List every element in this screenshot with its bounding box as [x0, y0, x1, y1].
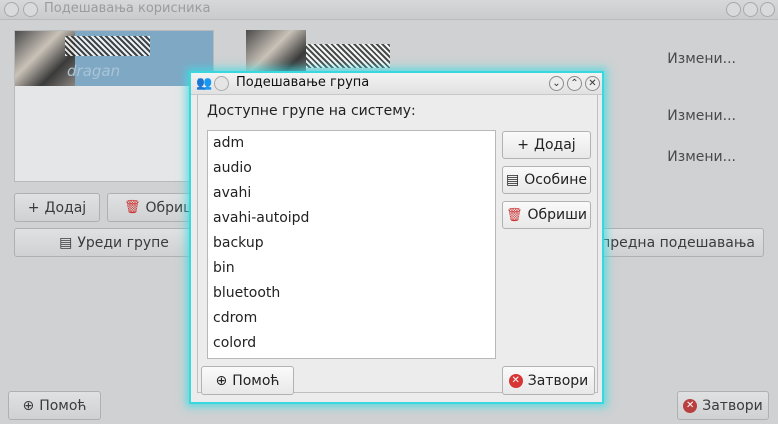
plus-icon: +: [517, 137, 530, 153]
list-item[interactable]: colord: [208, 331, 495, 356]
groups-icon: ▤: [59, 234, 73, 251]
close-icon[interactable]: ✕: [585, 76, 600, 91]
close-label: Затвори: [702, 397, 763, 414]
delete-user-button[interactable]: 🗑 Обриш: [107, 193, 197, 222]
close-label: Затвори: [527, 372, 589, 389]
help-label: Помоћ: [39, 397, 87, 414]
help-button[interactable]: ⊕ Помоћ: [8, 391, 101, 420]
list-item[interactable]: bin: [208, 256, 495, 281]
close-circle-icon: ✕: [683, 398, 698, 413]
help-button[interactable]: ⊕ Помоћ: [201, 366, 294, 395]
redacted-fullname: [306, 44, 390, 68]
delete-group-button[interactable]: 🗑 Обриши: [502, 201, 591, 229]
window-menu-icon[interactable]: [23, 2, 38, 17]
maximize-icon[interactable]: ⌃: [567, 76, 582, 91]
properties-icon: ▤: [505, 172, 520, 188]
close-button[interactable]: ✕ Затвори: [502, 366, 595, 395]
group-properties-button[interactable]: ▤ Особине: [502, 166, 591, 194]
available-groups-label: Доступне групе на систему:: [207, 103, 416, 119]
app-icon: [4, 2, 19, 17]
add-user-button[interactable]: + Додај: [14, 193, 100, 222]
advanced-settings-label: Напредна подешавања: [598, 234, 755, 251]
user-list-item-selected[interactable]: dragan: [15, 31, 213, 86]
list-item[interactable]: adm: [208, 131, 495, 156]
add-group-button[interactable]: + Додај: [502, 131, 591, 159]
group-settings-dialog: 👥 Подешавање група ⌄ ⌃ ✕ Доступне групе …: [189, 71, 604, 404]
dialog-menu-icon[interactable]: [214, 76, 229, 91]
list-item[interactable]: bluetooth: [208, 281, 495, 306]
close-button[interactable]: ✕ Затвори: [677, 391, 769, 420]
window-title: Подешавања корисника: [44, 1, 211, 16]
help-icon: ⊕: [22, 397, 35, 414]
change-link-1[interactable]: Измени...: [667, 51, 736, 67]
edit-groups-label: Уреди групе: [77, 234, 169, 251]
close-circle-icon: ✕: [508, 373, 523, 388]
help-label: Помоћ: [232, 372, 280, 389]
close-icon[interactable]: [760, 2, 775, 17]
properties-label: Особине: [524, 172, 587, 188]
dialog-title: Подешавање група: [236, 75, 370, 90]
maximize-icon[interactable]: [743, 2, 758, 17]
trash-icon: 🗑: [124, 200, 141, 215]
edit-groups-button[interactable]: ▤ Уреди групе: [14, 228, 214, 257]
trash-icon: 🗑: [505, 207, 523, 223]
minimize-icon[interactable]: ⌄: [549, 76, 564, 91]
advanced-settings-button[interactable]: Напредна подешавања: [598, 228, 764, 257]
add-user-label: Додај: [44, 199, 87, 216]
list-item[interactable]: avahi: [208, 181, 495, 206]
list-item[interactable]: cdrom: [208, 306, 495, 331]
change-link-2[interactable]: Измени...: [667, 108, 736, 124]
group-list[interactable]: adm audio avahi avahi-autoipd backup bin…: [207, 130, 496, 359]
minimize-icon[interactable]: [726, 2, 741, 17]
users-icon: 👥: [196, 76, 213, 91]
list-item[interactable]: audio: [208, 156, 495, 181]
user-settings-titlebar: Подешавања корисника: [0, 0, 778, 20]
list-item[interactable]: backup: [208, 231, 495, 256]
help-icon: ⊕: [215, 372, 228, 389]
plus-icon: +: [27, 199, 40, 216]
change-link-3[interactable]: Измени...: [667, 149, 736, 165]
username-label: dragan: [67, 62, 121, 80]
redacted-name: [65, 36, 150, 56]
list-item[interactable]: avahi-autoipd: [208, 206, 495, 231]
dialog-titlebar: 👥 Подешавање група ⌄ ⌃ ✕: [191, 73, 602, 95]
dialog-body: Доступне групе на систему: adm audio ava…: [197, 95, 598, 395]
delete-group-label: Обриши: [527, 207, 588, 223]
add-group-label: Додај: [534, 137, 576, 153]
